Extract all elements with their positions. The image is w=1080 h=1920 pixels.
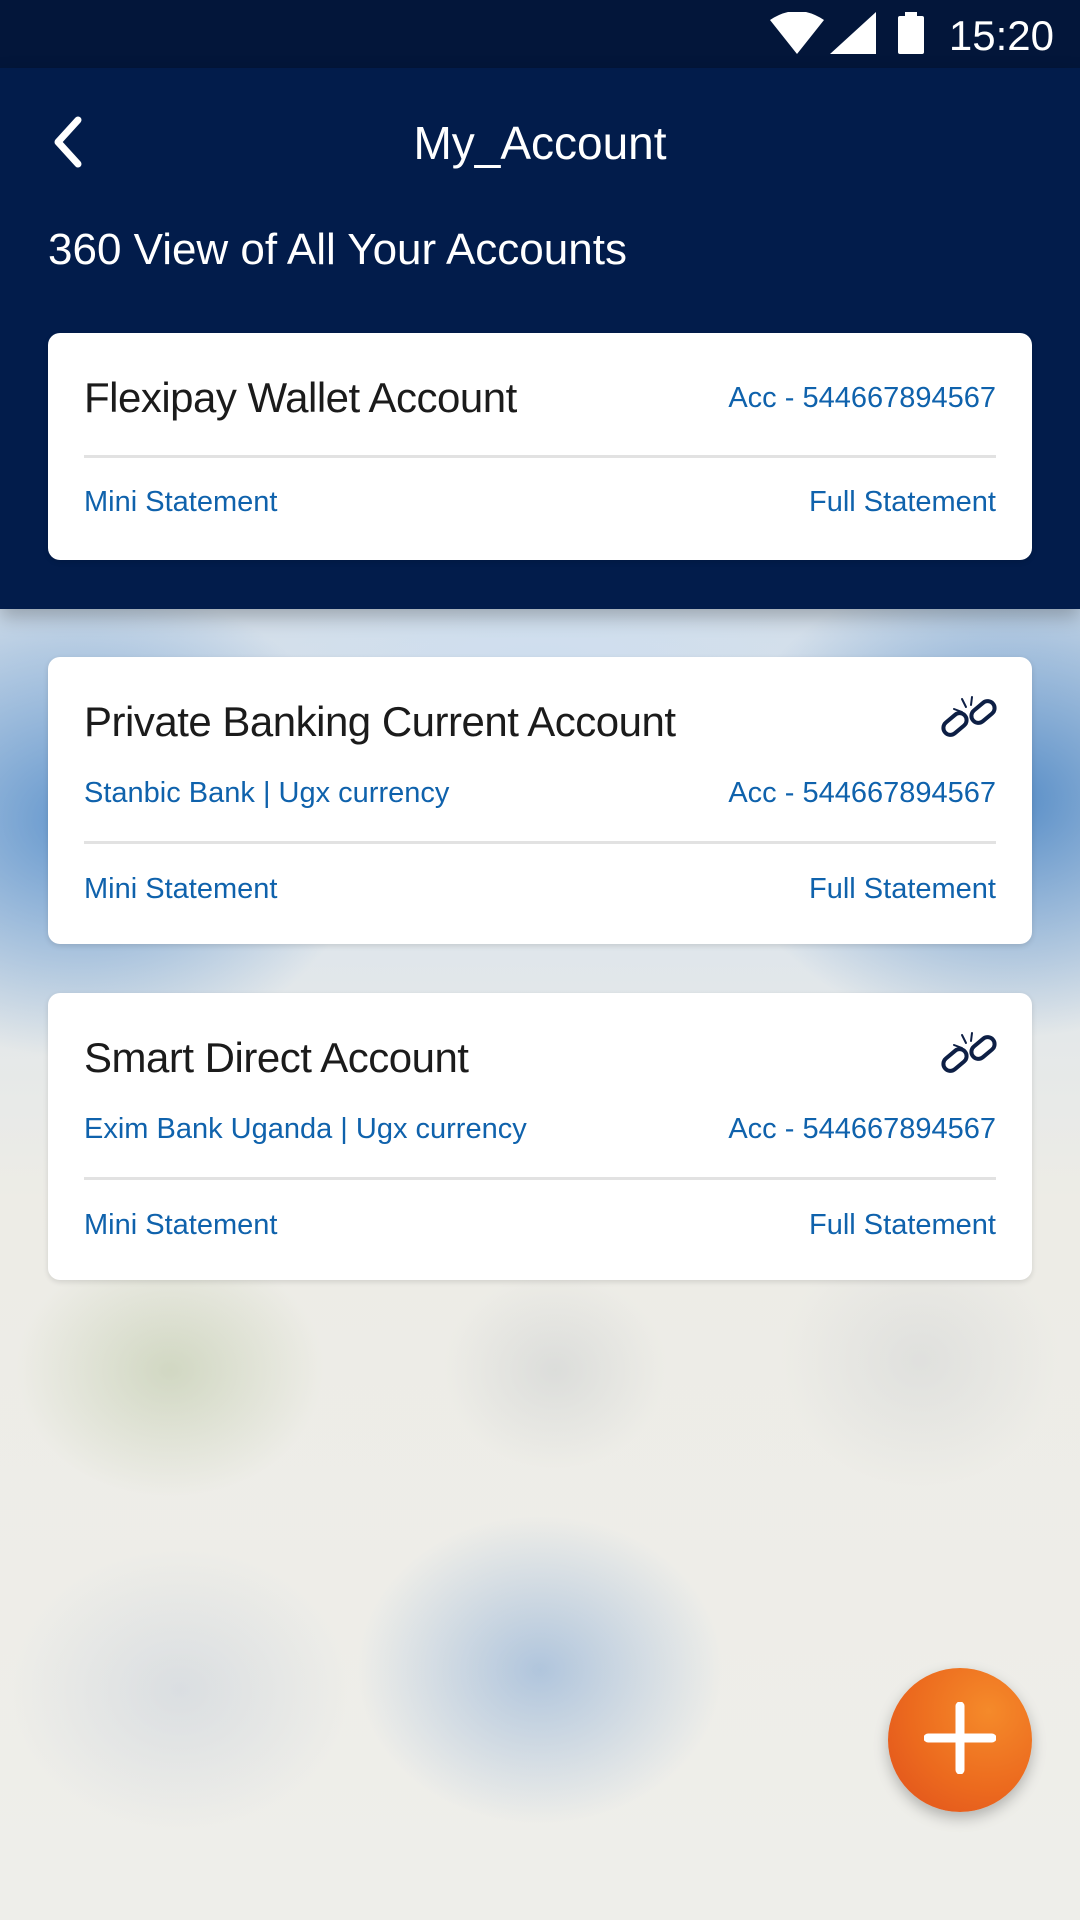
divider: [84, 841, 996, 844]
full-statement-link[interactable]: Full Statement: [809, 1208, 996, 1242]
wifi-icon: [770, 11, 824, 61]
page-title: My_Account: [413, 117, 667, 169]
unlink-icon[interactable]: [940, 1029, 998, 1081]
plus-icon: [923, 1701, 997, 1779]
add-account-button[interactable]: [888, 1668, 1032, 1812]
cellular-signal-icon: [830, 12, 876, 61]
unlink-icon[interactable]: [940, 693, 998, 745]
account-number: Acc - 544667894567: [728, 777, 996, 809]
account-name: Private Banking Current Account: [84, 698, 676, 745]
account-card-flexipay[interactable]: Flexipay Wallet Account Acc - 5446678945…: [48, 333, 1032, 560]
full-statement-link[interactable]: Full Statement: [809, 485, 996, 519]
full-statement-link[interactable]: Full Statement: [809, 872, 996, 906]
account-name: Smart Direct Account: [84, 1034, 469, 1081]
status-bar: 15:20: [0, 0, 1080, 68]
divider: [84, 1177, 996, 1180]
bank-info: Stanbic Bank | Ugx currency: [84, 777, 450, 809]
bank-info: Exim Bank Uganda | Ugx currency: [84, 1113, 527, 1145]
account-number: Acc - 544667894567: [728, 382, 996, 414]
account-card-smart-direct[interactable]: Smart Direct Account Exim Bank Uganda | …: [48, 993, 1032, 1280]
mini-statement-link[interactable]: Mini Statement: [84, 872, 277, 906]
status-time: 15:20: [948, 12, 1054, 59]
battery-icon: [896, 12, 926, 61]
mini-statement-link[interactable]: Mini Statement: [84, 485, 277, 519]
account-number: Acc - 544667894567: [728, 1113, 996, 1145]
page-subtitle: 360 View of All Your Accounts: [48, 225, 627, 274]
divider: [84, 455, 996, 458]
mini-statement-link[interactable]: Mini Statement: [84, 1208, 277, 1242]
account-name: Flexipay Wallet Account: [84, 374, 517, 421]
account-card-private-banking[interactable]: Private Banking Current Account Stanbic …: [48, 657, 1032, 944]
